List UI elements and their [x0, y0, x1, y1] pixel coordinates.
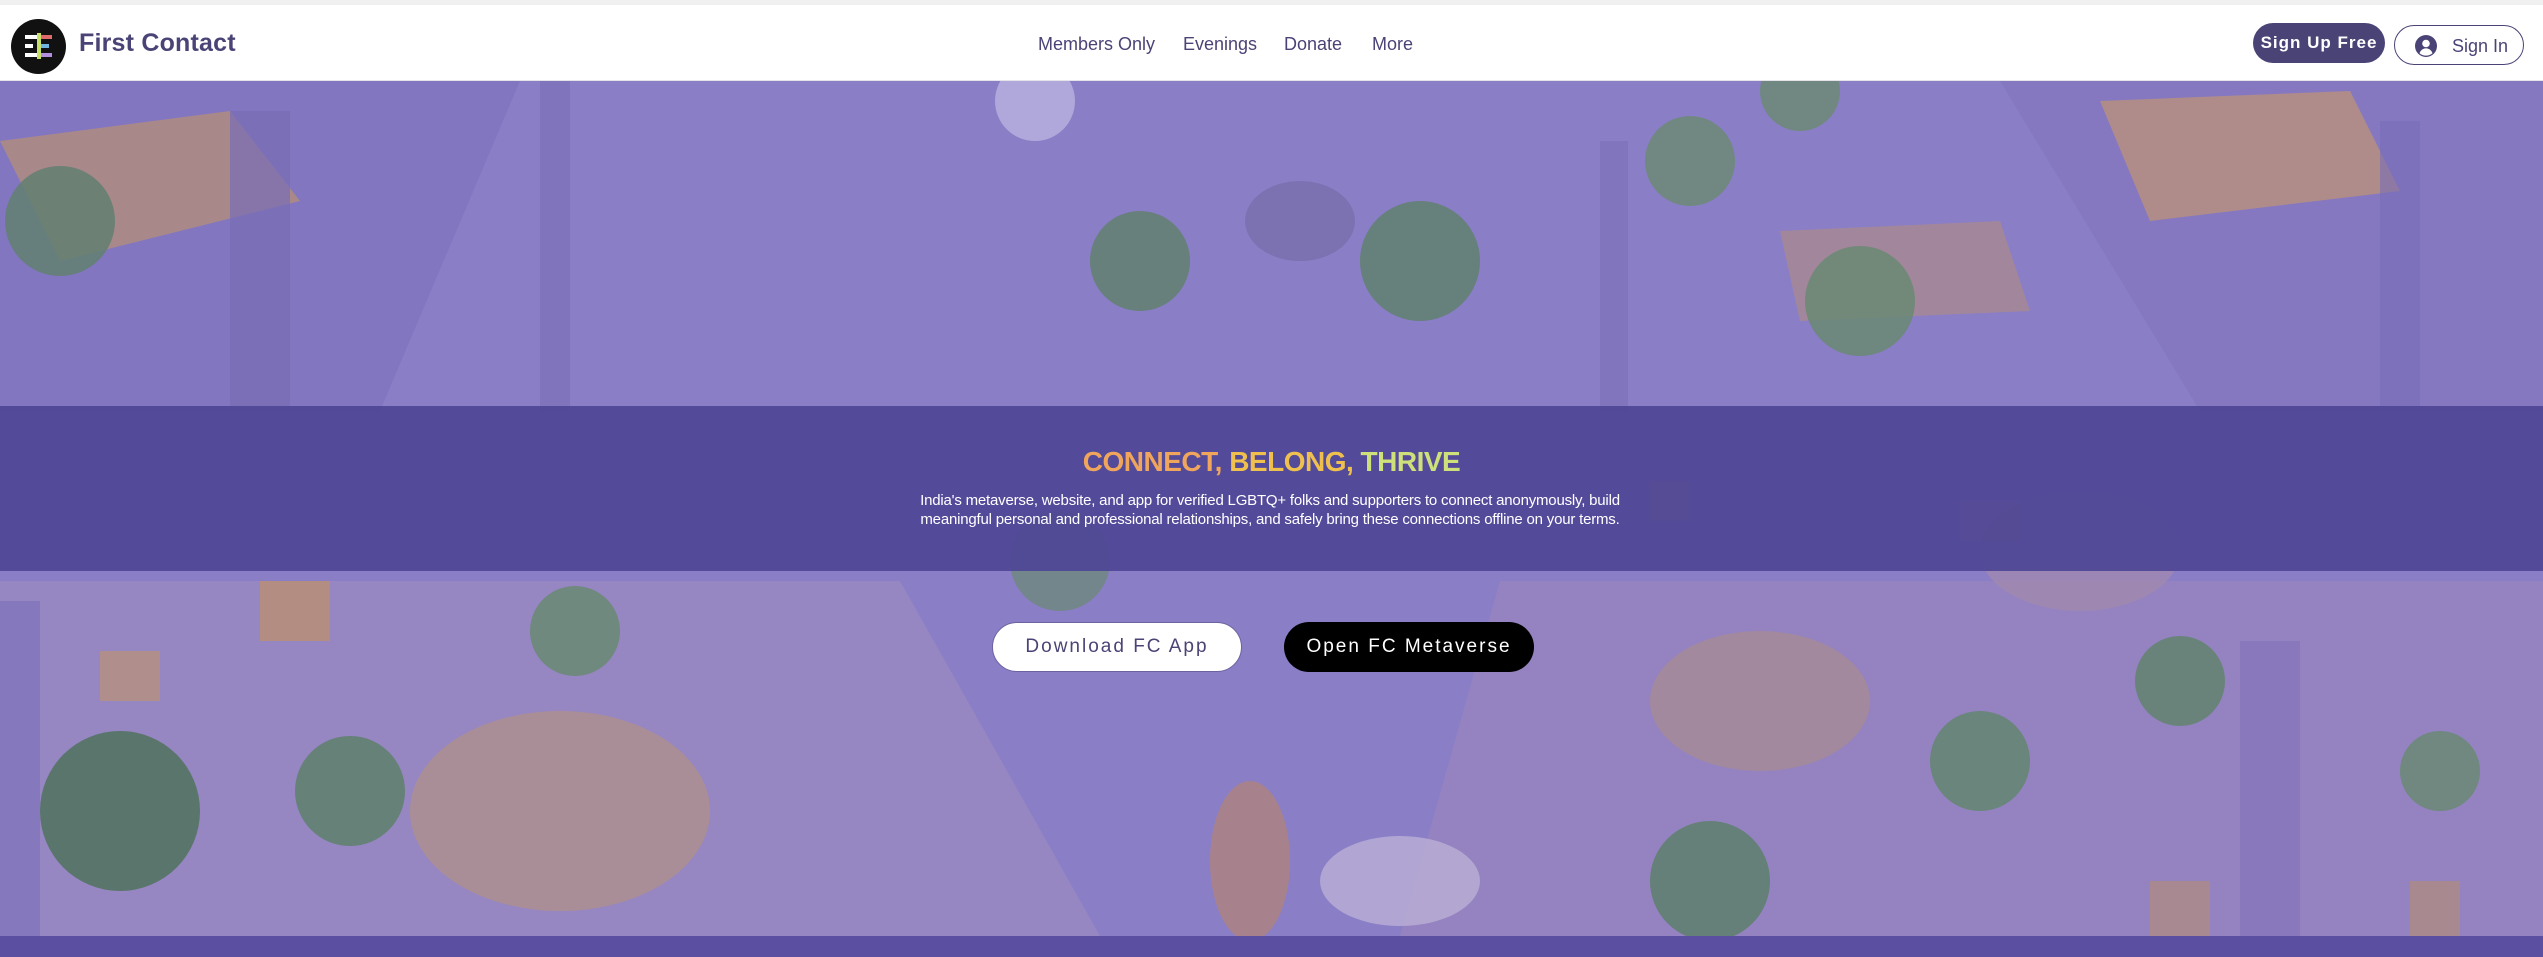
- tagline-band: CONNECT, BELONG, THRIVE India's metavers…: [0, 406, 2543, 571]
- site-header: First Contact Members Only Evenings Dona…: [0, 0, 2543, 81]
- nav-evenings[interactable]: Evenings: [1183, 34, 1257, 55]
- hero-subtext: India's metaverse, website, and app for …: [870, 491, 1670, 529]
- download-app-button[interactable]: Download FC App: [992, 622, 1242, 672]
- nav-donate[interactable]: Donate: [1284, 34, 1342, 55]
- hero-subtext-line-2: meaningful personal and professional rel…: [920, 511, 1620, 528]
- headline-thrive: THRIVE: [1360, 446, 1461, 477]
- user-avatar-icon: [2415, 35, 2437, 57]
- sign-in-label: Sign In: [2452, 36, 2509, 56]
- sign-in-button[interactable]: Sign In: [2394, 25, 2524, 65]
- hero-headline: CONNECT, BELONG, THRIVE: [0, 446, 2543, 478]
- fc-logo-icon[interactable]: [11, 19, 66, 74]
- nav-more[interactable]: More: [1372, 34, 1413, 55]
- nav-members-only[interactable]: Members Only: [1038, 34, 1155, 55]
- brand-name[interactable]: First Contact: [79, 29, 236, 58]
- open-metaverse-button[interactable]: Open FC Metaverse: [1284, 622, 1534, 672]
- hero-subtext-line-1: India's metaverse, website, and app for …: [920, 492, 1620, 509]
- headline-connect: CONNECT,: [1082, 446, 1223, 477]
- hero-section: CONNECT, BELONG, THRIVE India's metavers…: [0, 81, 2543, 936]
- headline-belong: BELONG,: [1229, 446, 1354, 477]
- next-section-edge: [0, 936, 2543, 957]
- sign-up-button[interactable]: Sign Up Free: [2253, 23, 2385, 63]
